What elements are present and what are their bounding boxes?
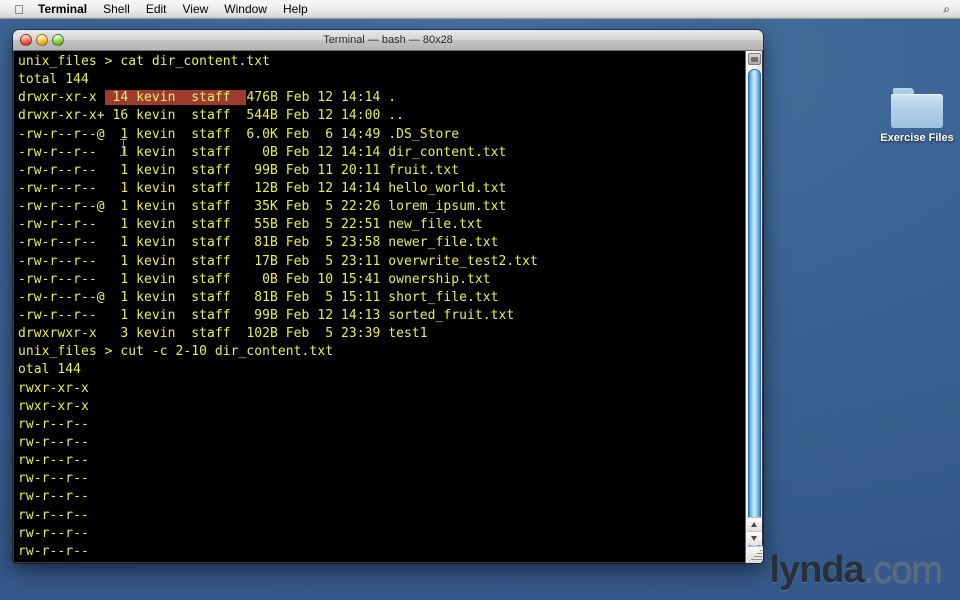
terminal-listing-row: -rw-r--r-- 1 kevin staff 0B Feb 10 15:41… bbox=[18, 271, 491, 287]
terminal-listing-row: -rw-r--r--@ 1 kevin staff 81B Feb 5 15:1… bbox=[18, 289, 499, 305]
window-title: Terminal — bash — 80x28 bbox=[323, 33, 453, 46]
menu-bar:  Terminal Shell Edit View Window Help ⌕ bbox=[0, 0, 960, 19]
menu-item-view[interactable]: View bbox=[175, 0, 217, 19]
terminal-selected-text: 14 kevin staff bbox=[104, 90, 247, 106]
terminal-output-line: total 144 bbox=[18, 72, 89, 88]
scrollbar-split-widget[interactable] bbox=[748, 53, 761, 65]
window-resize-grip[interactable] bbox=[747, 546, 763, 563]
terminal-output-line: rw-r--r-- bbox=[18, 453, 89, 469]
desktop-icon-label: Exercise Files bbox=[880, 132, 954, 144]
menu-item-help[interactable]: Help bbox=[275, 0, 316, 19]
terminal-listing-row: -rw-r--r--@ 1 kevin staff 6.0K Feb 6 14:… bbox=[18, 126, 460, 142]
terminal-listing-row: -rw-r--r--@ 1 kevin staff 35K Feb 5 22:2… bbox=[18, 199, 507, 215]
terminal-listing-row: drwxrwxr-x 3 kevin staff 102B Feb 5 23:3… bbox=[18, 326, 428, 342]
terminal-listing-row: -rw-r--r-- 1 kevin staff 81B Feb 5 23:58… bbox=[18, 235, 499, 251]
lynda-watermark: lynda.com bbox=[769, 549, 943, 591]
menu-item-window[interactable]: Window bbox=[216, 0, 275, 19]
scroll-down-arrow-icon[interactable] bbox=[747, 531, 762, 545]
terminal-output-line: rw-r--r-- bbox=[18, 543, 89, 559]
terminal-window[interactable]: Terminal — bash — 80x28 unix_files > cat… bbox=[13, 30, 763, 563]
minimize-button[interactable] bbox=[36, 34, 48, 46]
scrollbar-arrows bbox=[747, 517, 762, 545]
terminal-output-line: otal 144 bbox=[18, 362, 82, 378]
close-button[interactable] bbox=[20, 34, 32, 46]
terminal-listing-row: -rw-r--r-- 1 kevin staff 99B Feb 11 20:1… bbox=[18, 162, 460, 178]
scrollbar-thumb[interactable] bbox=[748, 69, 761, 549]
terminal-listing-row: drwxr-xr-x+ 16 kevin staff 544B Feb 12 1… bbox=[18, 108, 404, 124]
terminal-output-line: rw-r--r-- bbox=[18, 416, 89, 432]
apple-icon[interactable]:  bbox=[8, 3, 30, 16]
terminal-body[interactable]: unix_files > cat dir_content.txttotal 14… bbox=[13, 51, 763, 563]
window-titlebar[interactable]: Terminal — bash — 80x28 bbox=[13, 30, 763, 51]
window-controls bbox=[13, 34, 64, 46]
desktop-icon-exercise-files[interactable]: Exercise Files bbox=[875, 88, 959, 145]
menu-item-shell[interactable]: Shell bbox=[95, 0, 138, 19]
terminal-output-line: rwxr-xr-x bbox=[18, 398, 89, 414]
terminal-listing-row: -rw-r--r-- 1 kevin staff 55B Feb 5 22:51… bbox=[18, 217, 483, 233]
terminal-output-line: rwxr-xr-x bbox=[18, 380, 89, 396]
menu-item-terminal[interactable]: Terminal bbox=[30, 0, 95, 19]
watermark-tld: .com bbox=[863, 549, 943, 591]
scroll-up-arrow-icon[interactable] bbox=[747, 517, 762, 531]
terminal-output-line: rw-r--r-- bbox=[18, 434, 89, 450]
watermark-brand: lynda bbox=[769, 549, 864, 591]
terminal-screen[interactable]: unix_files > cat dir_content.txttotal 14… bbox=[18, 53, 740, 562]
terminal-output-line: rw-r--r-- bbox=[18, 471, 89, 487]
terminal-scrollbar[interactable] bbox=[745, 51, 763, 563]
terminal-listing-row: drwxr-xr-x 14 kevin staff 476B Feb 12 14… bbox=[18, 90, 397, 106]
spotlight-search-icon[interactable]: ⌕ bbox=[943, 0, 960, 19]
terminal-command-line: unix_files > cut -c 2-10 dir_content.txt bbox=[18, 344, 334, 360]
menu-item-edit[interactable]: Edit bbox=[138, 0, 175, 19]
terminal-listing-row: -rw-r--r-- 1 kevin staff 17B Feb 5 23:11… bbox=[18, 253, 538, 269]
terminal-listing-row: -rw-r--r-- 1 kevin staff 12B Feb 12 14:1… bbox=[18, 180, 507, 196]
folder-icon bbox=[891, 88, 943, 128]
terminal-output-line: rw-r--r-- bbox=[18, 525, 89, 541]
terminal-listing-row: -rw-r--r-- 1 kevin staff 99B Feb 12 14:1… bbox=[18, 307, 515, 323]
terminal-command-line: unix_files > cat dir_content.txt bbox=[18, 54, 271, 69]
terminal-listing-row: -rw-r--r-- 1 kevin staff 0B Feb 12 14:14… bbox=[18, 144, 507, 160]
zoom-button[interactable] bbox=[52, 34, 64, 46]
terminal-output-line: rw-r--r-- bbox=[18, 489, 89, 505]
terminal-output-line: rw-r--r-- bbox=[18, 507, 89, 523]
